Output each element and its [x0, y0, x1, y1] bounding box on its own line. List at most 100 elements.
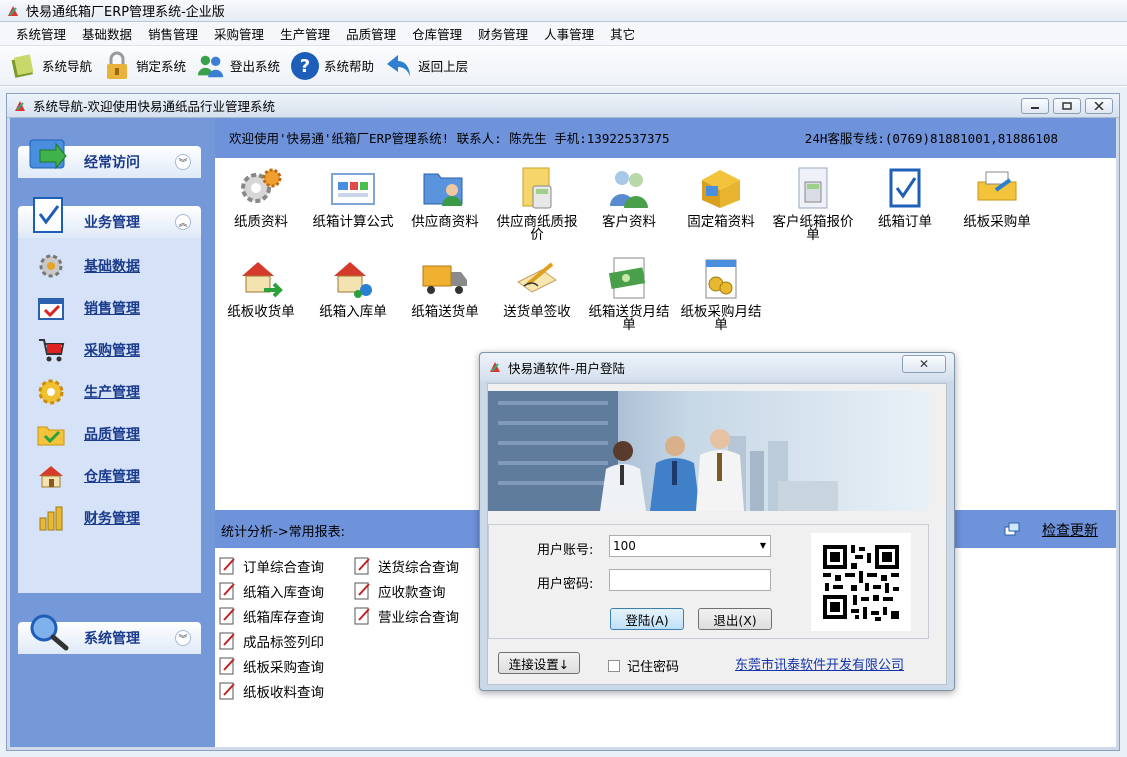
- minimize-button[interactable]: [1021, 98, 1049, 114]
- sidebar-item-purchase[interactable]: 采购管理: [36, 336, 140, 364]
- login-button[interactable]: 登陆(A): [610, 608, 684, 630]
- menu-finance[interactable]: 财务管理: [470, 24, 536, 43]
- system-section-header[interactable]: 系统管理 ︾: [18, 614, 201, 654]
- report-pen-icon: [219, 557, 235, 575]
- module-box-formula[interactable]: 纸箱计算公式: [307, 166, 399, 229]
- minimize-icon: [1031, 107, 1039, 109]
- house-inbound-icon: [329, 256, 377, 300]
- frequent-title: 经常访问: [84, 155, 140, 171]
- module-board-purchase-monthly[interactable]: 纸板采购月结单: [675, 256, 767, 332]
- menu-warehouse[interactable]: 仓库管理: [404, 24, 470, 43]
- module-box-delivery-monthly[interactable]: 纸箱送货月结单: [583, 256, 675, 332]
- chevron-down-icon[interactable]: ︾: [175, 154, 191, 170]
- sidebar-item-warehouse[interactable]: 仓库管理: [36, 462, 140, 490]
- company-link[interactable]: 东莞市讯泰软件开发有限公司: [735, 654, 904, 673]
- menu-system[interactable]: 系统管理: [8, 24, 74, 43]
- menu-basic-data[interactable]: 基础数据: [74, 24, 140, 43]
- sidebar-item-quality[interactable]: 品质管理: [36, 420, 140, 448]
- login-dialog-titlebar: 快易通软件-用户登陆: [480, 353, 954, 381]
- account-select[interactable]: 100 ▼: [609, 535, 771, 557]
- checkbox-box[interactable]: [608, 659, 620, 672]
- maximize-button[interactable]: [1053, 98, 1081, 114]
- business-items: 基础数据 销售管理 采购管理 生产管理 品质管理 仓库管理 财务管理: [18, 238, 201, 593]
- close-window-button[interactable]: [1085, 98, 1113, 114]
- menu-production[interactable]: 生产管理: [272, 24, 338, 43]
- window-logo-icon: [15, 100, 25, 111]
- house-icon: [36, 462, 66, 490]
- maximize-icon: [1062, 102, 1072, 110]
- report-board-receipt-query[interactable]: 纸板收料查询: [217, 681, 324, 701]
- users-icon: [196, 51, 226, 81]
- nav-button[interactable]: 系统导航: [8, 48, 92, 84]
- gears-icon: [237, 166, 285, 210]
- report-receivable-query[interactable]: 应收款查询: [352, 581, 446, 601]
- module-box-delivery[interactable]: 纸箱送货单: [399, 256, 491, 319]
- lock-button[interactable]: 销定系统: [102, 48, 186, 84]
- back-arrow-icon: [384, 51, 414, 81]
- login-close-button[interactable]: ✕: [902, 355, 946, 373]
- nav-window-title: 系统导航-欢迎使用快易通纸品行业管理系统: [33, 99, 276, 114]
- module-board-receipt[interactable]: 纸板收货单: [215, 256, 307, 319]
- module-customer-box-quote[interactable]: 客户纸箱报价单: [767, 166, 859, 242]
- module-box-inbound[interactable]: 纸箱入库单: [307, 256, 399, 319]
- box-lock-icon: [697, 166, 745, 210]
- sidebar-item-finance[interactable]: 财务管理: [36, 504, 140, 532]
- module-board-purchase[interactable]: 纸板采购单: [951, 166, 1043, 229]
- system-title: 系统管理: [84, 631, 140, 647]
- welcome-text: 欢迎使用'快易通'纸箱厂ERP管理系统! 联系人: 陈先生 手机:1392253…: [229, 131, 670, 146]
- menu-sales[interactable]: 销售管理: [140, 24, 206, 43]
- business-section-header[interactable]: 业务管理 ︽: [18, 197, 201, 238]
- module-supplier-data[interactable]: 供应商资料: [399, 166, 491, 229]
- report-label-print[interactable]: 成品标签列印: [217, 631, 324, 651]
- chevron-up-icon[interactable]: ︽: [175, 214, 191, 230]
- book-icon: [8, 51, 38, 81]
- menu-quality[interactable]: 品质管理: [338, 24, 404, 43]
- order-check-icon: [881, 166, 929, 210]
- sign-pen-icon: [513, 256, 561, 300]
- exit-button[interactable]: 退出(X): [698, 608, 772, 630]
- report-box-inbound-query[interactable]: 纸箱入库查询: [217, 581, 324, 601]
- chevron-down-icon[interactable]: ︾: [175, 630, 191, 646]
- help-icon: ?: [290, 51, 320, 81]
- report-business-query[interactable]: 营业综合查询: [352, 606, 459, 626]
- quote-calculator-icon: [789, 166, 837, 210]
- menu-other[interactable]: 其它: [602, 24, 643, 43]
- house-cart-icon: [237, 256, 285, 300]
- sidebar-item-sales[interactable]: 销售管理: [36, 294, 140, 322]
- chevron-down-icon: ▼: [759, 541, 766, 550]
- report-order-query[interactable]: 订单综合查询: [217, 556, 324, 576]
- printer-icon: [973, 166, 1021, 210]
- report-pen-icon: [354, 582, 370, 600]
- login-dialog: 快易通软件-用户登陆 ✕ 用户账号: 100 ▼ 用户密码: 登陆(A) 退出(…: [479, 352, 955, 691]
- report-delivery-query[interactable]: 送货综合查询: [352, 556, 459, 576]
- report-pen-icon: [354, 557, 370, 575]
- report-box-stock-query[interactable]: 纸箱库存查询: [217, 606, 324, 626]
- module-customer-data[interactable]: 客户资料: [583, 166, 675, 229]
- help-button[interactable]: ? 系统帮助: [290, 48, 374, 84]
- frequent-section-header[interactable]: 经常访问 ︾: [18, 139, 201, 178]
- module-fixed-box-data[interactable]: 固定箱资料: [675, 166, 767, 229]
- menu-hr[interactable]: 人事管理: [536, 24, 602, 43]
- login-body: 用户账号: 100 ▼ 用户密码: 登陆(A) 退出(X) 连接设置↓ 记住密码…: [487, 383, 947, 685]
- money-calendar-icon: [605, 256, 653, 300]
- connect-settings-button[interactable]: 连接设置↓: [498, 652, 580, 674]
- login-form: 用户账号: 100 ▼ 用户密码: 登陆(A) 退出(X): [488, 524, 929, 639]
- calculator-doc-icon: [513, 166, 561, 210]
- business-people-photo: [488, 391, 930, 511]
- sidebar-item-basic-data[interactable]: 基础数据: [36, 252, 140, 280]
- login-dialog-title: 快易通软件-用户登陆: [508, 360, 626, 376]
- remember-password-checkbox[interactable]: 记住密码: [608, 656, 679, 675]
- sidebar-item-production[interactable]: 生产管理: [36, 378, 140, 406]
- back-button[interactable]: 返回上层: [384, 48, 468, 84]
- module-box-order[interactable]: 纸箱订单: [859, 166, 951, 229]
- close-icon: [1094, 102, 1104, 110]
- menu-purchase[interactable]: 采购管理: [206, 24, 272, 43]
- report-pen-icon: [354, 607, 370, 625]
- module-paper-data[interactable]: 纸质资料: [215, 166, 307, 229]
- report-board-purchase-query[interactable]: 纸板采购查询: [217, 656, 324, 676]
- module-delivery-sign[interactable]: 送货单签收: [491, 256, 583, 319]
- logout-button[interactable]: 登出系统: [196, 48, 280, 84]
- module-supplier-paper-quote[interactable]: 供应商纸质报价: [491, 166, 583, 242]
- check-update-link[interactable]: 检查更新: [1042, 520, 1098, 540]
- password-field[interactable]: [609, 569, 771, 591]
